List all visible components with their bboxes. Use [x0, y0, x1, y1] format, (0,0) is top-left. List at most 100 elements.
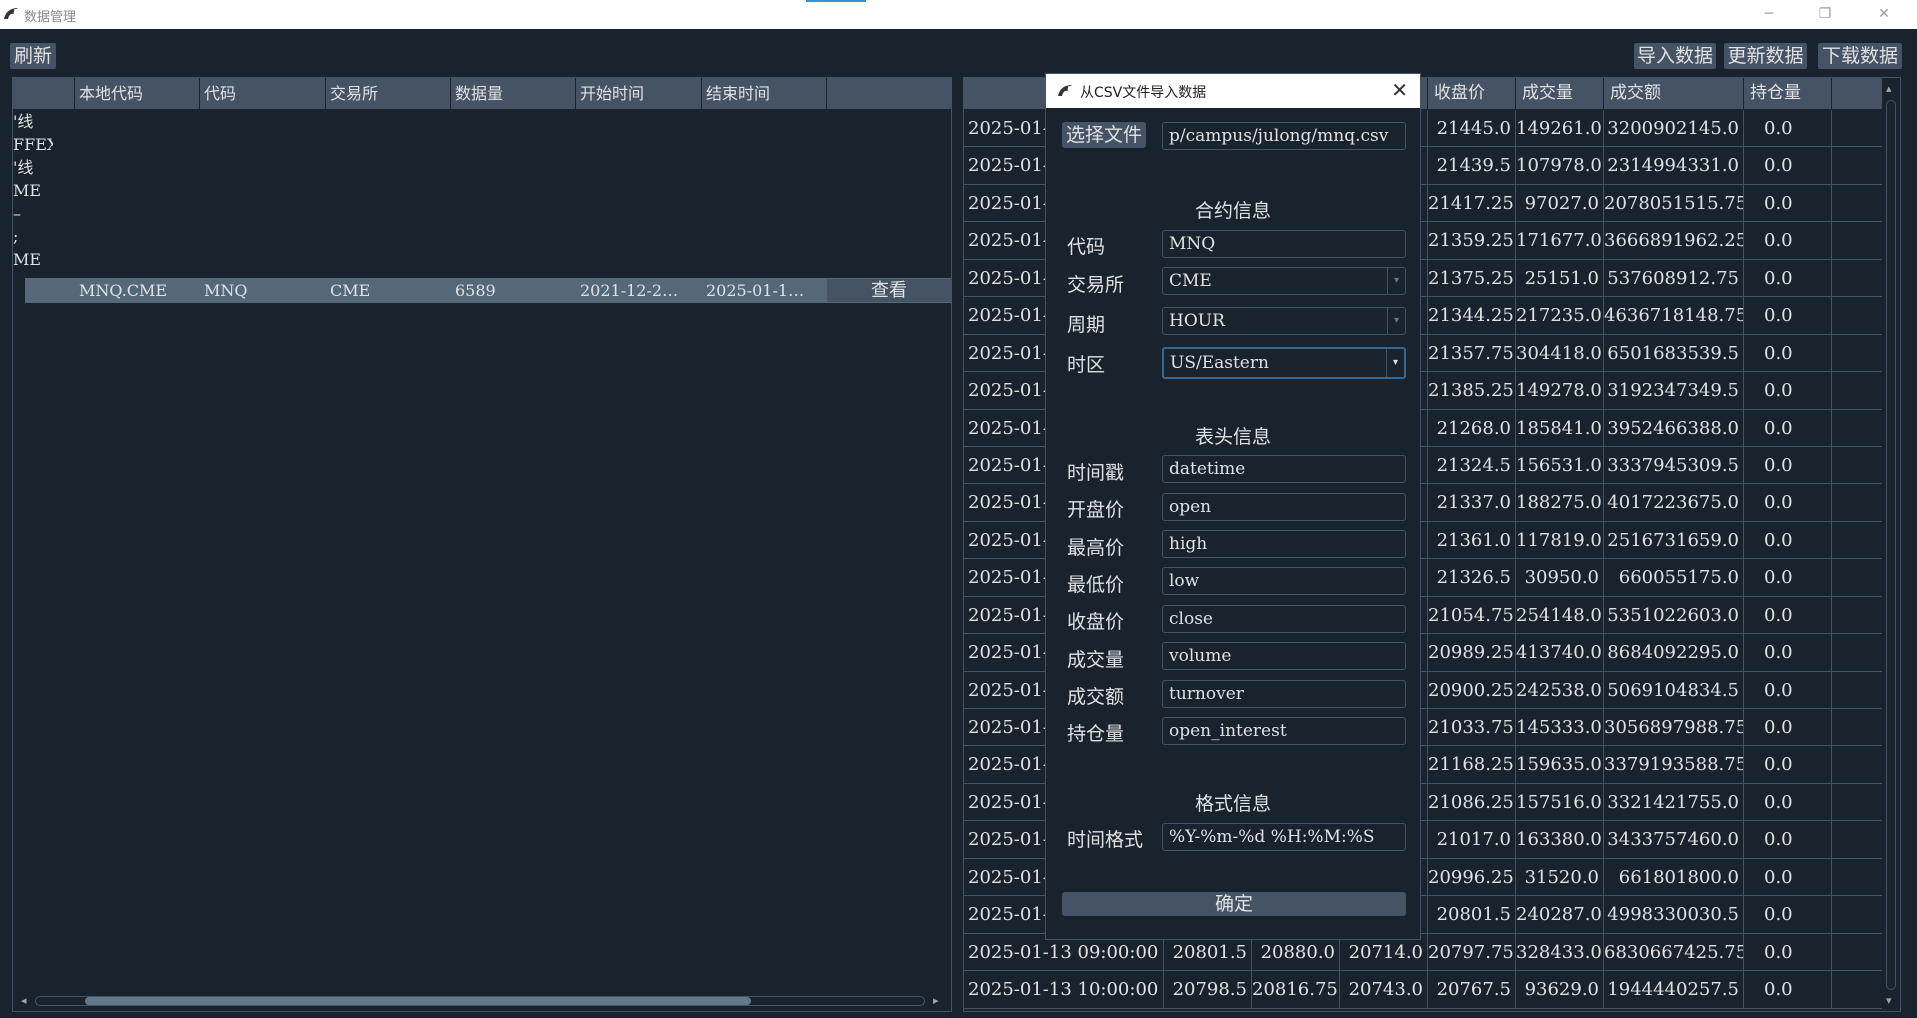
cell-vol: 30950.0	[1516, 559, 1604, 597]
cell-vol: 157516.0	[1516, 783, 1604, 821]
exchange-label: 交易所	[1067, 274, 1125, 296]
close-header-input[interactable]: close	[1162, 605, 1406, 633]
chevron-down-icon[interactable]: ▾	[1386, 349, 1404, 377]
time-format-input[interactable]: %Y-%m-%d %H:%M:%S	[1162, 823, 1406, 851]
cell-oi: 0.0	[1744, 596, 1832, 634]
open-interest-header-input[interactable]: open_interest	[1162, 717, 1406, 745]
cell-vol: 171677.0	[1516, 222, 1604, 260]
select-file-button[interactable]: 选择文件	[1062, 122, 1146, 148]
scroll-right-icon[interactable]: ▸	[933, 994, 939, 1007]
cell-vol: 159635.0	[1516, 746, 1604, 784]
overview-row-selected[interactable]: MNQ.CME MNQ CME 6589 2021-12-2… 2025-01-…	[25, 278, 951, 303]
import-csv-dialog: 从CSV文件导入数据 ✕ 选择文件 p/campus/julong/mnq.cs…	[1045, 73, 1421, 940]
cell-start-time: 2021-12-2…	[580, 281, 679, 300]
maximize-button[interactable]: ❐	[1802, 0, 1848, 29]
cell-vol: 328433.0	[1516, 933, 1604, 971]
cell-close: 21375.25	[1428, 259, 1516, 297]
horizontal-scrollbar[interactable]: ◂ ▸	[21, 994, 941, 1008]
cell-oi: 0.0	[1744, 671, 1832, 709]
cell-low: 20743.0	[1340, 971, 1428, 1009]
volume-label: 成交量	[1067, 649, 1125, 671]
header-open-interest[interactable]: 持仓量	[1744, 78, 1832, 109]
tree-item-exchange[interactable]: ME	[13, 248, 53, 271]
cell-oi: 0.0	[1744, 409, 1832, 447]
cell-close: 21344.25	[1428, 297, 1516, 335]
chevron-down-icon[interactable]: ▾	[1387, 268, 1405, 294]
cell-vol: 149261.0	[1516, 110, 1604, 147]
cell-vol: 145333.0	[1516, 709, 1604, 746]
cell-vol: 97027.0	[1516, 184, 1604, 222]
open-header-input[interactable]: open	[1162, 493, 1406, 521]
high-label: 最高价	[1067, 537, 1125, 559]
cell-amt: 4017223675.0	[1604, 484, 1744, 522]
header-tree-column[interactable]	[13, 78, 75, 109]
tree-column: '线 FFEX '线 ME – ; ME	[13, 110, 53, 271]
cell-close: 21168.25	[1428, 746, 1516, 784]
vertical-scrollbar[interactable]: ▴ ▾	[1882, 78, 1900, 1011]
cell-vol: 254148.0	[1516, 596, 1604, 634]
dialog-title: 从CSV文件导入数据	[1080, 85, 1207, 101]
cell-high: 20816.75	[1252, 971, 1340, 1009]
close-window-button[interactable]: ✕	[1861, 0, 1907, 29]
cell-oi: 0.0	[1744, 484, 1832, 522]
scroll-thumb[interactable]	[85, 997, 751, 1005]
cell-close: 21361.0	[1428, 521, 1516, 559]
header-end-time[interactable]: 结束时间	[702, 78, 827, 109]
cell-close: 20900.25	[1428, 671, 1516, 709]
header-volume[interactable]: 成交量	[1516, 78, 1604, 109]
cell-amt: 4636718148.75	[1604, 297, 1744, 335]
import-data-button[interactable]: 导入数据	[1634, 43, 1716, 69]
scroll-up-icon[interactable]: ▴	[1886, 82, 1892, 95]
confirm-button[interactable]: 确定	[1062, 892, 1406, 916]
cell-oi: 0.0	[1744, 634, 1832, 672]
cell-vol: 217235.0	[1516, 297, 1604, 335]
cell-close: 20996.25	[1428, 858, 1516, 896]
interval-select[interactable]: HOUR ▾	[1162, 307, 1406, 335]
minimize-button[interactable]: ─	[1746, 0, 1792, 29]
overview-tree-table[interactable]: 本地代码 代码 交易所 数据量 开始时间 结束时间 '线 FFEX '线 ME …	[12, 77, 952, 1012]
cell-amt: 3056897988.75	[1604, 709, 1744, 746]
refresh-button[interactable]: 刷新	[10, 43, 56, 69]
view-button[interactable]: 查看	[827, 279, 951, 302]
cell-amt: 5069104834.5	[1604, 671, 1744, 709]
cell-vol: 93629.0	[1516, 971, 1604, 1009]
header-code[interactable]: 代码	[200, 78, 326, 109]
chevron-down-icon[interactable]: ▾	[1387, 308, 1405, 334]
interval-select-value: HOUR	[1169, 311, 1225, 331]
header-count[interactable]: 数据量	[451, 78, 576, 109]
tree-item-branch[interactable]: –	[13, 202, 53, 225]
scroll-left-icon[interactable]: ◂	[21, 994, 27, 1007]
cell-close: 21385.25	[1428, 372, 1516, 410]
table-row[interactable]: 2025-01-13 10:00:00 20798.5 20816.75 20743.…	[964, 971, 1882, 1009]
vertical-scroll-track[interactable]	[1886, 100, 1896, 990]
cell-amt: 8684092295.0	[1604, 634, 1744, 672]
header-start-time[interactable]: 开始时间	[576, 78, 702, 109]
cell-vol: 156531.0	[1516, 446, 1604, 484]
download-data-button[interactable]: 下载数据	[1818, 43, 1902, 69]
scroll-down-icon[interactable]: ▾	[1886, 994, 1892, 1007]
tree-item-branch[interactable]: ;	[13, 225, 53, 248]
header-turnover[interactable]: 成交额	[1604, 78, 1744, 109]
cell-close: 21086.25	[1428, 783, 1516, 821]
tree-item-exchange[interactable]: ME	[13, 179, 53, 202]
code-input[interactable]: MNQ	[1162, 230, 1406, 258]
low-header-input[interactable]: low	[1162, 567, 1406, 595]
close-icon[interactable]: ✕	[1391, 78, 1408, 102]
file-path-field[interactable]: p/campus/julong/mnq.csv	[1162, 122, 1406, 150]
datetime-header-input[interactable]: datetime	[1162, 455, 1406, 483]
tree-item-exchange[interactable]: FFEX	[13, 133, 53, 156]
header-action[interactable]	[827, 78, 951, 109]
cell-close: 21324.5	[1428, 446, 1516, 484]
exchange-select[interactable]: CME ▾	[1162, 267, 1406, 295]
header-exchange[interactable]: 交易所	[326, 78, 451, 109]
tree-item-bar-group[interactable]: '线	[13, 110, 53, 133]
titlebar-accent	[806, 0, 866, 2]
high-header-input[interactable]: high	[1162, 530, 1406, 558]
tree-item-bar-group[interactable]: '线	[13, 156, 53, 179]
turnover-header-input[interactable]: turnover	[1162, 680, 1406, 708]
timezone-select[interactable]: US/Eastern ▾	[1162, 347, 1406, 379]
update-data-button[interactable]: 更新数据	[1724, 43, 1807, 69]
header-local-code[interactable]: 本地代码	[75, 78, 200, 109]
volume-header-input[interactable]: volume	[1162, 642, 1406, 670]
header-close[interactable]: 收盘价	[1428, 78, 1516, 109]
